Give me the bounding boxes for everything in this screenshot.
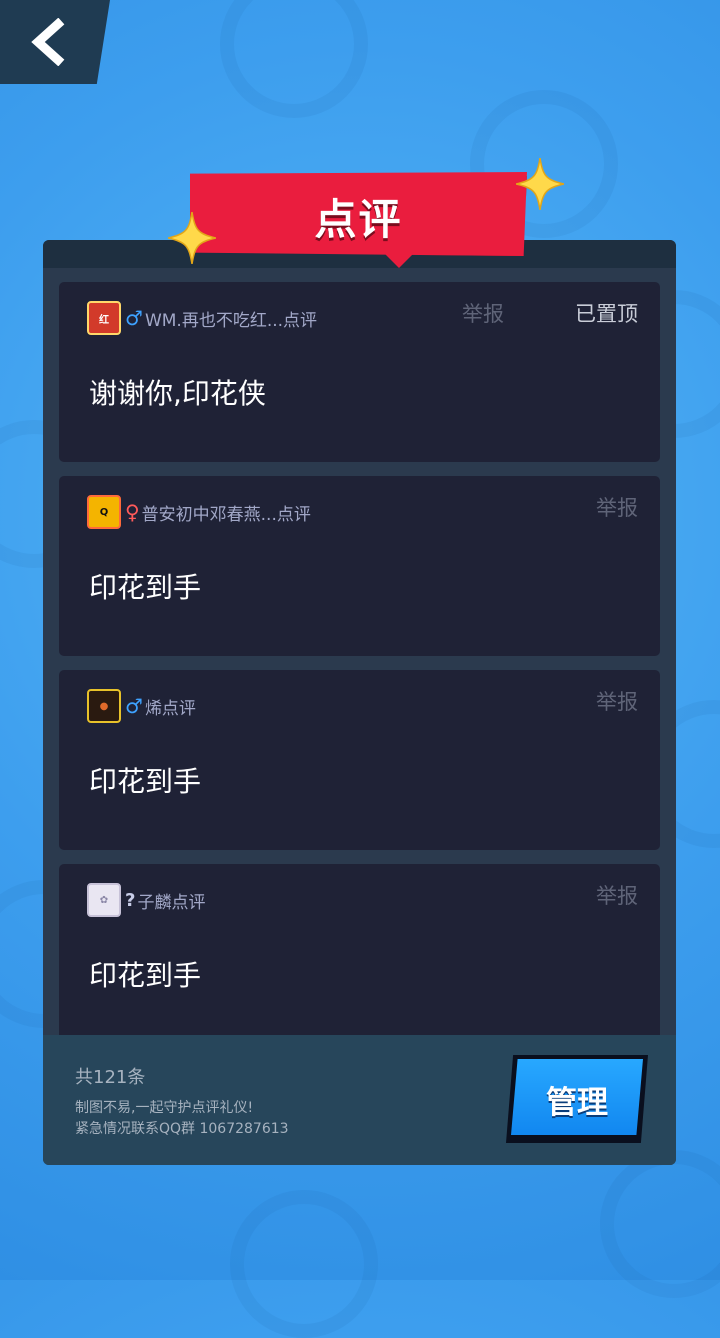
chevron-left-icon bbox=[31, 18, 65, 66]
comment-card: ✿ ? 子麟点评 举报 印花到手 bbox=[59, 864, 660, 1035]
username[interactable]: WM.再也不吃红...点评 bbox=[145, 306, 317, 331]
avatar[interactable]: Q bbox=[87, 495, 121, 529]
back-button[interactable] bbox=[0, 0, 110, 84]
username[interactable]: 子麟点评 bbox=[137, 888, 205, 913]
gender-icon: ♂ bbox=[125, 306, 143, 330]
gender-icon: ♂ bbox=[125, 694, 143, 718]
gender-icon: ? bbox=[125, 889, 136, 911]
manage-button[interactable]: 管理 bbox=[506, 1055, 648, 1143]
comment-card: 红 ♂ WM.再也不吃红...点评 举报 已置顶 谢谢你,印花侠 bbox=[59, 282, 660, 462]
etiquette-note: 制图不易,一起守护点评礼仪! bbox=[75, 1100, 254, 1116]
comment-count: 共121条 bbox=[75, 1067, 146, 1088]
comment-card: ● ♂ 烯点评 举报 印花到手 bbox=[59, 670, 660, 850]
avatar[interactable]: ● bbox=[87, 689, 121, 723]
report-button[interactable]: 举报 bbox=[462, 298, 504, 328]
pinned-label[interactable]: 已置顶 bbox=[575, 298, 638, 328]
gender-icon: ♀ bbox=[125, 500, 140, 524]
avatar[interactable]: ✿ bbox=[87, 883, 121, 917]
comments-panel: 红 ♂ WM.再也不吃红...点评 举报 已置顶 谢谢你,印花侠 Q ♀ 普安初… bbox=[43, 240, 676, 1165]
title-banner: 点评 bbox=[190, 172, 527, 268]
report-button[interactable]: 举报 bbox=[596, 492, 638, 522]
comment-card: Q ♀ 普安初中邓春燕...点评 举报 印花到手 bbox=[59, 476, 660, 656]
comment-text: 印花到手 bbox=[89, 571, 202, 604]
comment-list[interactable]: 红 ♂ WM.再也不吃红...点评 举报 已置顶 谢谢你,印花侠 Q ♀ 普安初… bbox=[59, 282, 660, 1035]
report-button[interactable]: 举报 bbox=[596, 686, 638, 716]
comment-text: 印花到手 bbox=[89, 765, 202, 798]
sparkle-icon bbox=[168, 212, 216, 264]
comment-text: 谢谢你,印花侠 bbox=[89, 377, 266, 410]
sparkle-icon bbox=[516, 158, 564, 210]
footer-bar: 共121条 制图不易,一起守护点评礼仪! 紧急情况联系QQ群 106728761… bbox=[43, 1035, 676, 1165]
username[interactable]: 烯点评 bbox=[145, 694, 196, 719]
avatar[interactable]: 红 bbox=[87, 301, 121, 335]
comment-text: 印花到手 bbox=[89, 959, 202, 992]
page-title: 点评 bbox=[314, 195, 403, 244]
report-button[interactable]: 举报 bbox=[596, 880, 638, 910]
username[interactable]: 普安初中邓春燕...点评 bbox=[142, 500, 311, 525]
contact-note: 紧急情况联系QQ群 1067287613 bbox=[75, 1121, 289, 1137]
manage-button-label: 管理 bbox=[546, 1085, 608, 1121]
